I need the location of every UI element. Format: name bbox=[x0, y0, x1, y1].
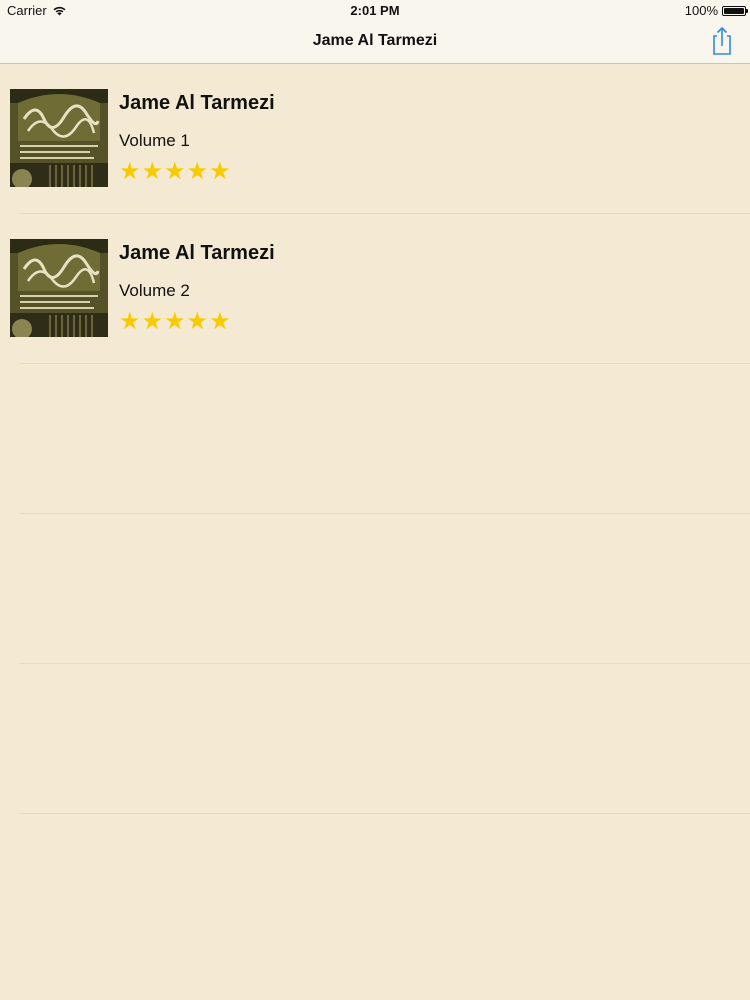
star-rating: ★ ★ ★ ★ ★ bbox=[119, 310, 275, 334]
book-volume: Volume 2 bbox=[119, 281, 190, 300]
star-icon: ★ bbox=[186, 158, 209, 185]
star-rating: ★ ★ ★ ★ ★ bbox=[119, 160, 275, 184]
star-icon: ★ bbox=[119, 308, 141, 335]
empty-row bbox=[20, 514, 750, 664]
star-icon: ★ bbox=[141, 308, 164, 335]
book-title: Jame Al Tarmezi bbox=[119, 242, 275, 264]
book-list: Jame Al Tarmezi Volume 1 ★ ★ ★ ★ ★ Jame … bbox=[0, 64, 750, 814]
book-title: Jame Al Tarmezi bbox=[119, 92, 275, 114]
empty-row bbox=[20, 364, 750, 514]
status-bar: Carrier 2:01 PM 100% bbox=[0, 0, 750, 20]
list-item[interactable]: Jame Al Tarmezi Volume 2 ★ ★ ★ ★ ★ bbox=[10, 214, 750, 364]
star-icon: ★ bbox=[164, 158, 186, 185]
battery-indicator: 100% bbox=[684, 3, 748, 18]
page-title: Jame Al Tarmezi bbox=[312, 32, 438, 49]
book-volume: Volume 1 bbox=[119, 131, 190, 150]
empty-row bbox=[20, 664, 750, 814]
star-icon: ★ bbox=[209, 158, 231, 185]
list-item[interactable]: Jame Al Tarmezi Volume 1 ★ ★ ★ ★ ★ bbox=[10, 64, 750, 214]
book-cover-image bbox=[10, 89, 108, 187]
star-icon: ★ bbox=[209, 308, 231, 335]
star-icon: ★ bbox=[186, 308, 209, 335]
star-icon: ★ bbox=[119, 158, 141, 185]
navigation-bar: Jame Al Tarmezi bbox=[0, 20, 750, 64]
share-icon bbox=[713, 26, 731, 55]
battery-icon bbox=[722, 5, 748, 16]
battery-label: 100% bbox=[684, 3, 718, 18]
share-button[interactable] bbox=[708, 26, 736, 56]
status-time: 2:01 PM bbox=[350, 3, 400, 18]
book-cover-image bbox=[10, 239, 108, 337]
star-icon: ★ bbox=[141, 158, 164, 185]
star-icon: ★ bbox=[164, 308, 186, 335]
